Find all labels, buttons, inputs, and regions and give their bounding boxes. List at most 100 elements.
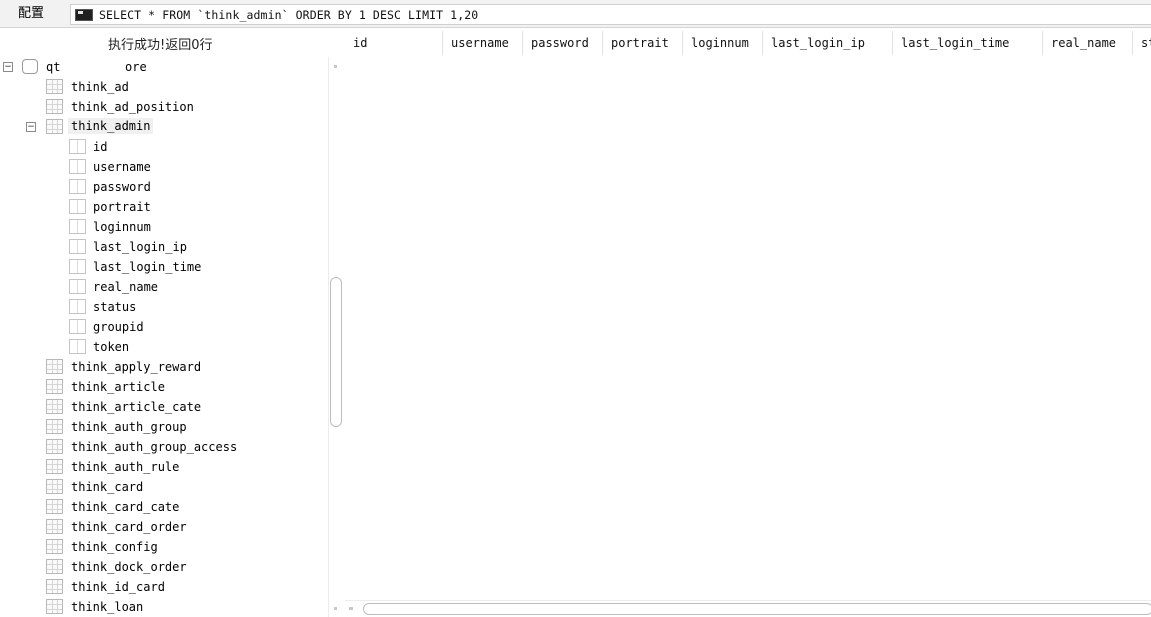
tree-table-row[interactable]: think_auth_group_access (0, 437, 330, 457)
tree-column-row[interactable]: real_name (0, 277, 330, 297)
collapse-icon[interactable]: − (26, 122, 36, 132)
result-grid-header: id username password portrait loginnum l… (345, 31, 1151, 55)
column-name: status (93, 300, 137, 314)
result-status: 执行成功!返回0行 (108, 38, 213, 53)
tree-table-row[interactable]: think_ad_position (0, 97, 330, 117)
column-icon (69, 179, 86, 194)
tree-table-row-expanded[interactable]: − think_admin (0, 117, 330, 137)
column-icon (69, 299, 86, 314)
column-name: id (93, 140, 108, 154)
tree-column-row[interactable]: last_login_ip (0, 237, 330, 257)
table-name: think_card_order (71, 520, 187, 534)
table-icon (46, 399, 63, 414)
tree-column-row[interactable]: id (0, 137, 330, 157)
tree-table-row[interactable]: think_apply_reward (0, 357, 330, 377)
sql-query-text: SELECT * FROM `think_admin` ORDER BY 1 D… (99, 7, 479, 22)
tree-table-row[interactable]: think_id_card (0, 577, 330, 597)
column-header-last-login-ip[interactable]: last_login_ip (763, 31, 893, 55)
column-name: token (93, 340, 130, 354)
scroll-left-arrow-icon[interactable] (349, 607, 353, 610)
tree-database-row[interactable]: − qt ore (0, 57, 330, 77)
table-icon (46, 99, 63, 114)
tree-table-row[interactable]: think_auth_rule (0, 457, 330, 477)
table-name: think_card (71, 480, 144, 494)
tree-table-row[interactable]: think_dock_order (0, 557, 330, 577)
tree-column-row[interactable]: groupid (0, 317, 330, 337)
column-header-password[interactable]: password (523, 31, 603, 55)
table-icon (46, 499, 63, 514)
tree-table-row[interactable]: think_card_cate (0, 497, 330, 517)
table-name: think_dock_order (71, 560, 187, 574)
grid-horizontal-scrollbar[interactable] (345, 600, 1151, 617)
column-icon (69, 139, 86, 154)
tree-table-row[interactable]: think_card_order (0, 517, 330, 537)
scroll-down-arrow-icon[interactable] (334, 607, 337, 610)
table-icon (46, 79, 63, 94)
column-header-username[interactable]: username (443, 31, 523, 55)
column-icon (69, 339, 86, 354)
column-name: password (93, 180, 151, 194)
column-header-last-login-time[interactable]: last_login_time (893, 31, 1043, 55)
table-name: think_ad_position (71, 100, 194, 114)
tree-column-row[interactable]: username (0, 157, 330, 177)
column-header-real-name[interactable]: real_name (1043, 31, 1133, 55)
table-name-selected: think_admin (68, 118, 154, 134)
config-button[interactable]: 配置 (0, 2, 62, 26)
tree-column-row[interactable]: password (0, 177, 330, 197)
collapse-icon[interactable]: − (3, 62, 13, 72)
tree-table-row[interactable]: think_ad (0, 77, 330, 97)
table-name: think_config (71, 540, 158, 554)
column-name: real_name (93, 280, 159, 294)
column-header-status[interactable]: st (1133, 31, 1151, 55)
tree-column-row[interactable]: portrait (0, 197, 330, 217)
table-icon (46, 539, 63, 554)
column-name: loginnum (93, 220, 151, 234)
tree-scrollbar-thumb[interactable] (330, 277, 342, 427)
database-name-suffix: ore (125, 60, 147, 74)
table-icon (46, 359, 63, 374)
column-icon (69, 259, 86, 274)
top-toolbar: 配置 SELECT * FROM `think_admin` ORDER BY … (0, 0, 1151, 28)
table-name: think_ad (71, 80, 129, 94)
tree-column-row[interactable]: status (0, 297, 330, 317)
tree-table-row[interactable]: think_article (0, 377, 330, 397)
table-name: think_id_card (71, 580, 165, 594)
redacted-mask (60, 57, 122, 75)
column-header-portrait[interactable]: portrait (603, 31, 683, 55)
column-header-loginnum[interactable]: loginnum (683, 31, 763, 55)
tree-table-row[interactable]: think_auth_group (0, 417, 330, 437)
table-icon (46, 439, 63, 454)
column-icon (69, 279, 86, 294)
tree-table-row[interactable]: think_config (0, 537, 330, 557)
tree-table-row[interactable]: think_card (0, 477, 330, 497)
tree-table-row[interactable]: think_article_cate (0, 397, 330, 417)
table-icon (46, 519, 63, 534)
table-name: think_auth_rule (71, 460, 180, 474)
column-icon (69, 239, 86, 254)
column-icon (69, 159, 86, 174)
table-icon (46, 459, 63, 474)
column-name: username (93, 160, 151, 174)
table-name: think_auth_group (71, 420, 187, 434)
grid-scrollbar-thumb[interactable] (363, 603, 1151, 615)
tree-table-row[interactable]: think_loan (0, 597, 330, 617)
column-name: last_login_ip (93, 240, 187, 254)
table-name: think_article (71, 380, 165, 394)
tree-vertical-scrollbar[interactable] (328, 57, 343, 617)
table-icon (46, 579, 63, 594)
column-name: last_login_time (93, 260, 202, 274)
database-name: qt (46, 60, 61, 74)
tree-column-row[interactable]: last_login_time (0, 257, 330, 277)
tree-column-row[interactable]: token (0, 337, 330, 357)
tree-column-row[interactable]: loginnum (0, 217, 330, 237)
column-header-id[interactable]: id (345, 31, 443, 55)
database-icon (22, 59, 38, 74)
sql-query-bar[interactable]: SELECT * FROM `think_admin` ORDER BY 1 D… (70, 4, 1151, 25)
column-icon (69, 319, 86, 334)
scroll-up-arrow-icon[interactable] (334, 65, 337, 68)
table-icon (46, 599, 63, 614)
column-name: portrait (93, 200, 151, 214)
table-name: think_auth_group_access (71, 440, 238, 454)
database-tree: − qt ore think_ad think_ad_position − th… (0, 57, 345, 617)
result-grid-body[interactable] (345, 57, 1151, 597)
